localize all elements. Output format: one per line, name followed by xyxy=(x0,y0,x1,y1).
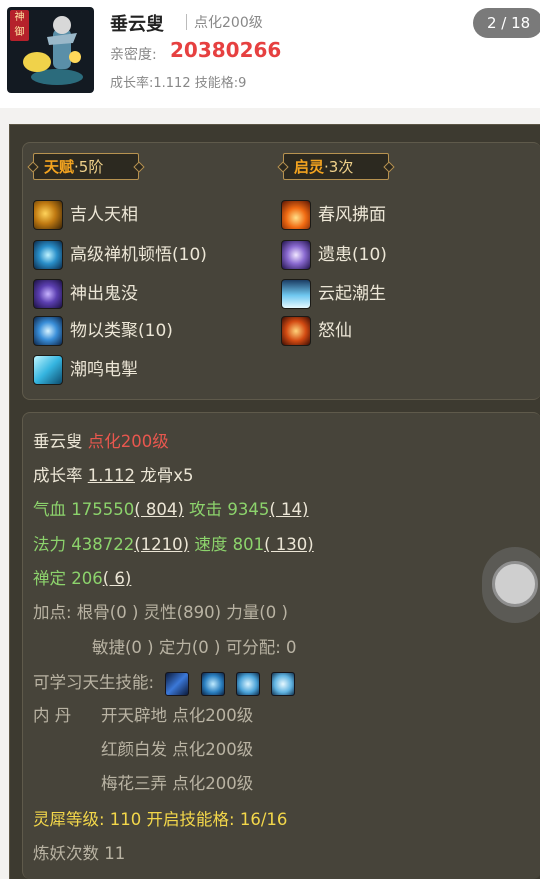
skill-label: 怒仙 xyxy=(318,321,352,341)
golden-lion-icon xyxy=(33,200,63,230)
pet-avatar[interactable]: 神御 xyxy=(7,7,94,93)
zen-value: 206 xyxy=(71,569,103,588)
zen-label: 禅定 xyxy=(33,569,66,588)
growth-skill-summary: 成长率:1.112 技能格:9 xyxy=(110,76,247,91)
tide-icon xyxy=(33,355,63,385)
skill-label: 高级禅机顿悟(10) xyxy=(70,245,207,265)
refine-count-line: 炼妖次数 11 xyxy=(33,844,126,863)
hp-label: 气血 xyxy=(33,500,66,519)
hp-atk-row: 气血 175550( 804) 攻击 9345( 14) xyxy=(33,498,309,522)
flame-icon xyxy=(281,200,311,230)
assist-button-ring xyxy=(492,561,538,607)
learnable-skills-row: 可学习天生技能: xyxy=(33,671,296,696)
spd-value: 801 xyxy=(232,535,265,554)
pet-name: 垂云叟 xyxy=(110,14,164,35)
atk-bonus: ( 14) xyxy=(269,500,309,519)
attribute-points-line1: 加点: 根骨(0 ) 灵性(890) 力量(0 ) xyxy=(33,603,288,622)
neidan-item: 开天辟地 点化200级 xyxy=(101,706,254,725)
zen-rune-icon xyxy=(33,240,63,270)
spirit-skill-icon[interactable] xyxy=(271,671,296,696)
neidan-item: 红颜白发 点化200级 xyxy=(101,740,254,759)
awaken-title: 启灵 xyxy=(294,158,325,176)
zen-row: 禅定 206( 6) xyxy=(33,567,131,591)
growth-value: 1.112 xyxy=(87,466,135,485)
mp-value: 438722 xyxy=(71,535,135,554)
god-tag-badge: 神御 xyxy=(10,10,29,41)
hp-value: 175550 xyxy=(71,500,135,519)
atk-value: 9345 xyxy=(227,500,270,519)
awaken-header: 启灵·3次 xyxy=(283,153,389,180)
blue-orb-icon xyxy=(33,316,63,346)
divider xyxy=(186,14,187,30)
spd-bonus: ( 130) xyxy=(264,535,314,554)
skill-label: 云起潮生 xyxy=(318,284,386,304)
attribute-points-line2: 敏捷(0 ) 定力(0 ) 可分配: 0 xyxy=(92,638,297,657)
stats-pet-level: 点化200级 xyxy=(87,432,169,451)
dragon-bone-count: 龙骨x5 xyxy=(140,466,194,485)
skill-label: 潮鸣电掣 xyxy=(70,360,138,380)
pet-level: 点化200级 xyxy=(194,15,263,31)
talent-tier: ·5阶 xyxy=(74,158,104,176)
whirl-skill-icon[interactable] xyxy=(200,671,225,696)
stats-pet-name: 垂云叟 xyxy=(33,432,83,451)
talent-title: 天赋 xyxy=(44,158,75,176)
dragon-skill-icon[interactable] xyxy=(235,671,260,696)
growth-label: 成长率 xyxy=(33,466,83,485)
mp-bonus: (1210) xyxy=(134,535,190,554)
talent-header: 天赋·5阶 xyxy=(33,153,139,180)
stealth-rune-icon xyxy=(33,279,63,309)
pet-header: 神御 垂云叟 点化200级 亲密度: 20380266 成长率:1.112 技能… xyxy=(0,0,540,108)
spd-label: 速度 xyxy=(194,535,228,554)
skill-label: 遗患(10) xyxy=(318,245,387,265)
stats-name-row: 垂云叟 点化200级 xyxy=(33,430,169,454)
fire-face-icon xyxy=(281,316,311,346)
neidan-item: 梅花三弄 点化200级 xyxy=(101,774,254,793)
intimacy-value: 20380266 xyxy=(170,38,282,62)
rhino-level-line: 灵犀等级: 110 开启技能格: 16/16 xyxy=(33,810,288,829)
learnable-skills-label: 可学习天生技能: xyxy=(33,673,155,692)
hp-bonus: ( 804) xyxy=(134,500,184,519)
zen-bonus: ( 6) xyxy=(102,569,132,588)
awaken-count: ·3次 xyxy=(324,158,354,176)
slash-skill-icon[interactable] xyxy=(165,671,190,696)
neidan-label: 内 丹 xyxy=(33,706,72,725)
page-indicator[interactable]: 2 / 18 xyxy=(473,8,540,38)
skill-label: 春风拂面 xyxy=(318,205,386,225)
floating-assist-button[interactable] xyxy=(482,547,540,623)
skill-label: 神出鬼没 xyxy=(70,284,138,304)
skill-label: 吉人天相 xyxy=(70,205,138,225)
atk-label: 攻击 xyxy=(189,500,223,519)
mp-spd-row: 法力 438722(1210) 速度 801( 130) xyxy=(33,533,314,557)
mp-label: 法力 xyxy=(33,535,66,554)
wave-icon xyxy=(281,279,311,309)
purple-cloud-icon xyxy=(281,240,311,270)
intimacy-label: 亲密度: xyxy=(110,47,157,63)
skill-label: 物以类聚(10) xyxy=(70,321,173,341)
growth-row: 成长率 1.112 龙骨x5 xyxy=(33,464,194,488)
